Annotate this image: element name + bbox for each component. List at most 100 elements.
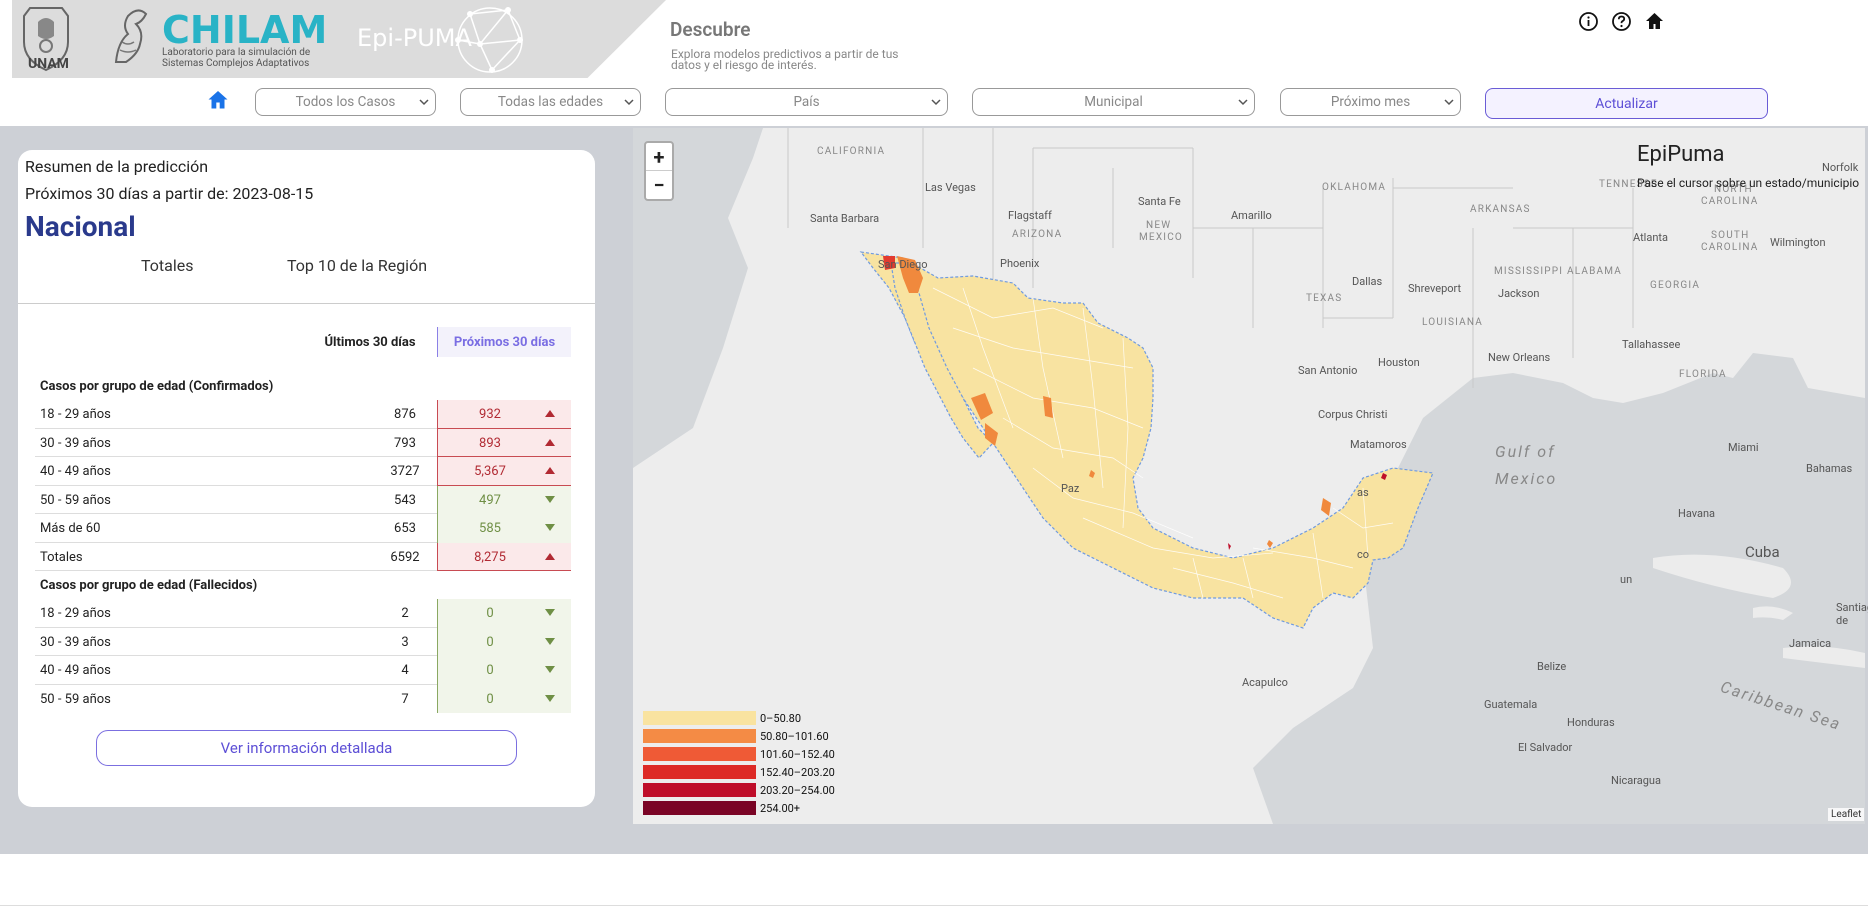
legend-swatch: [643, 747, 756, 761]
table-row: 50 - 59 años 543 497: [35, 485, 571, 514]
row-next-cell: 893: [437, 428, 571, 457]
map-label: Santa Barbara: [810, 212, 880, 225]
map-label: Gulf of: [1495, 442, 1556, 461]
map-label: Santa Fe: [1138, 195, 1181, 208]
map-label: Norfolk: [1822, 161, 1859, 174]
column-header-next: Próximos 30 días: [437, 327, 571, 357]
table-row: 40 - 49 años 3727 5,367: [35, 457, 571, 486]
map-attribution-link[interactable]: Leaflet: [1828, 808, 1865, 821]
map-label: Jackson: [1498, 287, 1540, 300]
table-row: 18 - 29 años 2 0: [35, 599, 571, 628]
legend-swatch: [643, 765, 756, 779]
chevron-down-icon: [1444, 99, 1454, 106]
row-next-cell: 0: [437, 684, 571, 713]
map-label: San Diego: [878, 258, 928, 271]
chilam-figure-icon: [114, 9, 148, 63]
row-label: Totales: [40, 549, 83, 565]
table-row: Totales 6592 8,275: [35, 542, 571, 571]
legend-label: 203.20–254.00: [760, 783, 835, 797]
map-label: Flagstaff: [1008, 209, 1052, 222]
map-label: Miami: [1728, 441, 1759, 454]
map-label: LOUISIANA: [1422, 317, 1483, 328]
legend-item: 254.00+: [643, 799, 835, 817]
network-graphic-icon: [455, 7, 523, 73]
row-next-cell: 8,275: [437, 542, 571, 571]
trend-down-icon: [545, 524, 555, 531]
legend-label: 0–50.80: [760, 711, 802, 725]
legend-swatch: [643, 729, 756, 743]
row-label: 40 - 49 años: [40, 663, 111, 678]
map-label: Atlanta: [1633, 231, 1668, 244]
row-next-cell: 932: [437, 400, 571, 429]
map-label: Guatemala: [1484, 698, 1538, 711]
ages-select[interactable]: Todas las edades: [460, 88, 641, 116]
help-icon[interactable]: [1611, 11, 1632, 32]
period-select-value: Próximo mes: [1330, 94, 1411, 110]
map-label: Amarillo: [1231, 209, 1272, 222]
tab-totals[interactable]: Totales: [141, 256, 193, 275]
row-label: 50 - 59 años: [40, 691, 111, 707]
country-select-value: País: [793, 94, 820, 110]
chevron-down-icon: [1238, 99, 1248, 106]
cases-select[interactable]: Todos los Casos: [255, 88, 436, 116]
legend-label: 50.80–101.60: [760, 729, 829, 743]
map-label: Tallahassee: [1622, 338, 1681, 351]
header-icons: [1578, 11, 1665, 32]
map-label: GEORGIA: [1650, 280, 1701, 291]
row-next-value: 585: [479, 521, 501, 536]
trend-down-icon: [545, 694, 555, 702]
row-next-value: 932: [479, 407, 501, 422]
trend-up-icon: [545, 467, 555, 474]
map-label: San Antonio: [1298, 364, 1358, 377]
chevron-down-icon: [419, 99, 429, 106]
map-label: Phoenix: [1000, 257, 1040, 270]
update-button[interactable]: Actualizar: [1485, 88, 1768, 119]
map-info-title: EpiPuma: [1637, 142, 1725, 167]
row-next-value: 893: [479, 435, 501, 451]
map-legend: 0–50.80 50.80–101.60 101.60–152.40 152.4…: [643, 709, 835, 817]
map-label: TEXAS: [1306, 293, 1343, 304]
zoom-out-button[interactable]: −: [646, 171, 672, 199]
map-label: Jamaica: [1789, 637, 1832, 650]
map-label: El Salvador: [1518, 741, 1573, 754]
row-label: 18 - 29 años: [40, 606, 111, 621]
row-label: 30 - 39 años: [40, 435, 111, 451]
legend-swatch: [643, 801, 756, 815]
map-label: MISSISSIPPI: [1494, 266, 1564, 277]
legend-item: 50.80–101.60: [643, 727, 835, 745]
map-label: Paz: [1061, 482, 1080, 495]
row-next-value: 497: [479, 492, 501, 508]
map-label: NEW: [1146, 220, 1172, 231]
row-label: 40 - 49 años: [40, 464, 111, 479]
map-label: Shreveport: [1408, 282, 1462, 295]
row-label: 18 - 29 años: [40, 407, 111, 422]
summary-date: Próximos 30 días a partir de: 2023-08-15: [25, 184, 314, 203]
legend-item: 0–50.80: [643, 709, 835, 727]
map-label: as: [1357, 486, 1369, 499]
map-label: Wilmington: [1770, 236, 1826, 249]
tab-top10[interactable]: Top 10 de la Región: [287, 256, 427, 275]
deceased-section-header: Casos por grupo de edad (Fallecidos): [40, 578, 258, 593]
map-label: OKLAHOMA: [1322, 182, 1387, 193]
trend-down-icon: [545, 609, 555, 616]
chilam-subtitle: Laboratorio para la simulación de Sistem…: [162, 47, 311, 69]
chevron-down-icon: [931, 99, 941, 106]
home-icon[interactable]: [1644, 11, 1665, 32]
map-label: Matamoros: [1350, 438, 1407, 451]
unam-label: UNAM: [28, 56, 69, 72]
map-label: Cuba: [1745, 543, 1780, 561]
home-nav-icon[interactable]: [207, 89, 229, 111]
row-next-cell: 0: [437, 627, 571, 656]
confirmed-section-header: Casos por grupo de edad (Confirmados): [40, 379, 274, 394]
info-icon[interactable]: [1578, 11, 1599, 32]
cases-select-value: Todos los Casos: [295, 94, 396, 110]
map-label: Bahamas: [1806, 462, 1853, 475]
view-details-button[interactable]: Ver información detallada: [96, 730, 517, 766]
map-label: Mexico: [1495, 469, 1558, 488]
column-header-last: Últimos 30 días: [324, 334, 416, 350]
period-select[interactable]: Próximo mes: [1280, 88, 1461, 116]
zoom-in-button[interactable]: +: [646, 143, 672, 171]
level-select[interactable]: Municipal: [972, 88, 1255, 116]
country-select[interactable]: País: [665, 88, 948, 116]
zoom-control: + −: [644, 141, 674, 201]
